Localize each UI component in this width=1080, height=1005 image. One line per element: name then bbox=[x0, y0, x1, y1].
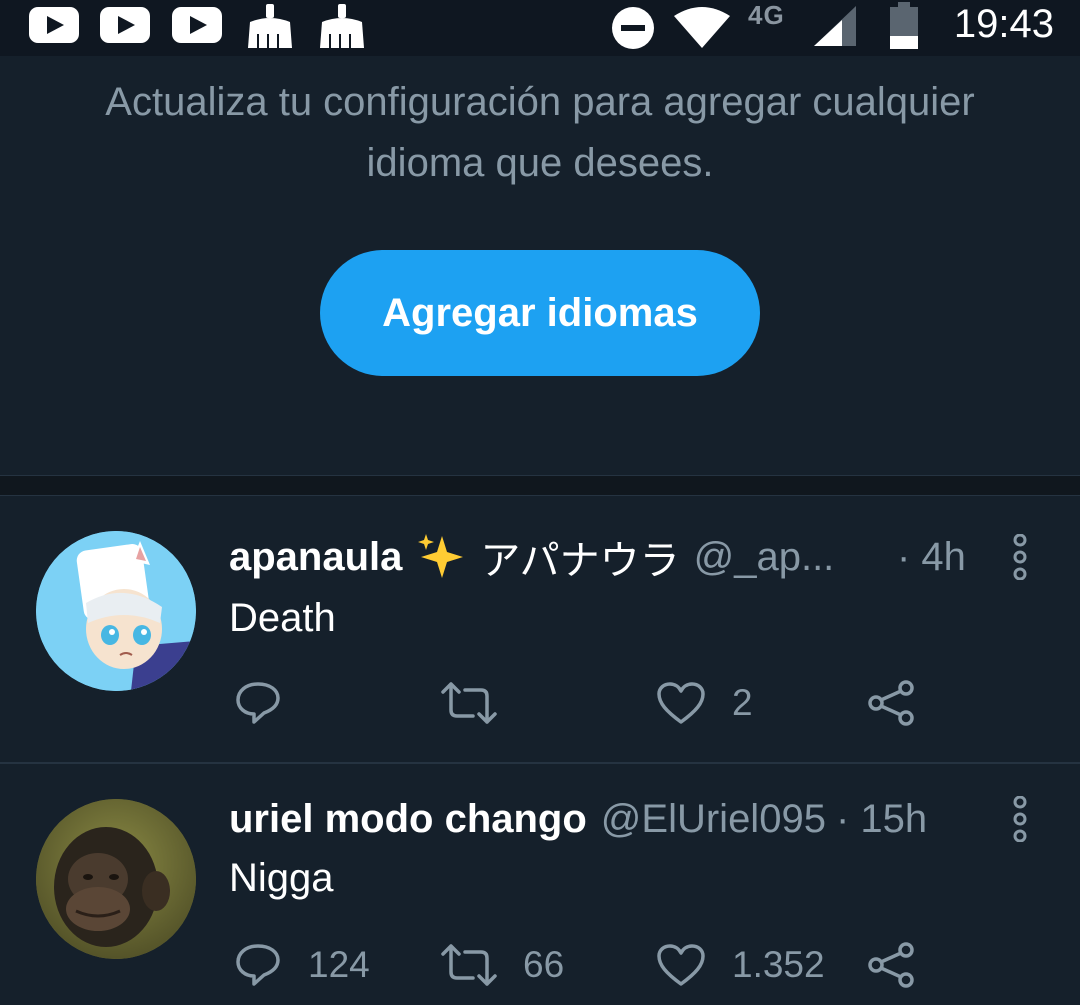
chimpanzee-avatar-image bbox=[36, 799, 196, 959]
more-options-icon[interactable] bbox=[1008, 534, 1032, 580]
message-line-2: idioma que desees. bbox=[366, 141, 714, 185]
youtube-icon bbox=[100, 7, 150, 43]
tweet-header: uriel modo chango @ElUriel095 · 15h bbox=[229, 794, 969, 844]
heart-icon bbox=[657, 682, 705, 724]
heart-icon bbox=[657, 944, 705, 986]
add-languages-button[interactable]: Agregar idiomas bbox=[320, 250, 760, 376]
message-line-1: Actualiza tu configuración para agregar … bbox=[105, 80, 975, 124]
more-options-icon[interactable] bbox=[1008, 796, 1032, 842]
like-count: 1.352 bbox=[732, 944, 825, 985]
user-handle[interactable]: @_ap... bbox=[694, 535, 835, 580]
display-name-suffix: アパナウラ bbox=[480, 539, 680, 583]
user-handle[interactable]: @ElUriel095 bbox=[601, 797, 826, 842]
youtube-icon bbox=[172, 7, 222, 43]
avatar[interactable] bbox=[36, 799, 196, 959]
tweet-header: apanaula アパナウラ @_ap... bbox=[229, 532, 919, 583]
share-icon bbox=[868, 942, 914, 988]
reply-count: 124 bbox=[308, 944, 370, 985]
tweet-text: Nigga bbox=[229, 856, 334, 900]
retweet-button[interactable]: 66 bbox=[441, 944, 564, 986]
reply-icon bbox=[236, 944, 280, 986]
share-icon bbox=[868, 680, 914, 726]
share-button[interactable] bbox=[866, 680, 916, 726]
language-prompt: Actualiza tu configuración para agregar … bbox=[0, 56, 1080, 476]
retweet-icon bbox=[441, 682, 497, 724]
share-button[interactable] bbox=[866, 942, 916, 988]
tweet-timestamp: · 15h bbox=[835, 796, 928, 841]
retweet-count: 66 bbox=[523, 944, 565, 985]
reply-button[interactable]: 124 bbox=[234, 942, 370, 988]
reply-button[interactable] bbox=[234, 680, 308, 726]
network-type-label: 4G bbox=[748, 0, 785, 30]
language-prompt-message: Actualiza tu configuración para agregar … bbox=[40, 72, 1040, 194]
section-divider bbox=[0, 476, 1080, 495]
tweet[interactable]: uriel modo chango @ElUriel095 · 15h Nigg… bbox=[0, 764, 1080, 1005]
reply-icon bbox=[236, 682, 280, 724]
sparkles-icon bbox=[418, 534, 464, 578]
display-name[interactable]: uriel modo chango bbox=[229, 797, 587, 842]
status-bar: 4G 19:43 bbox=[0, 0, 1080, 56]
clock: 19:43 bbox=[953, 2, 1054, 46]
signal-icon bbox=[814, 6, 856, 46]
like-count: 2 bbox=[732, 682, 753, 723]
youtube-icon bbox=[29, 7, 79, 43]
tweet-timestamp: · 4h bbox=[897, 535, 966, 579]
anime-avatar-image bbox=[36, 531, 196, 691]
retweet-button[interactable] bbox=[441, 682, 523, 724]
like-button[interactable]: 2 bbox=[656, 681, 753, 725]
retweet-icon bbox=[441, 944, 497, 986]
like-button[interactable]: 1.352 bbox=[656, 943, 825, 987]
tweet-text: Death bbox=[229, 596, 336, 640]
do-not-disturb-icon bbox=[612, 7, 654, 49]
avatar[interactable] bbox=[36, 531, 196, 691]
tweet[interactable]: apanaula アパナウラ @_ap... · 4h Death 2 bbox=[0, 496, 1080, 762]
wifi-icon bbox=[674, 7, 730, 48]
display-name[interactable]: apanaula bbox=[229, 535, 402, 580]
cleaner-icon bbox=[248, 4, 292, 48]
cleaner-icon bbox=[320, 4, 364, 48]
battery-icon bbox=[890, 2, 918, 49]
twitter-feed-screen: 4G 19:43 Actualiza tu configuración para… bbox=[0, 0, 1080, 1005]
